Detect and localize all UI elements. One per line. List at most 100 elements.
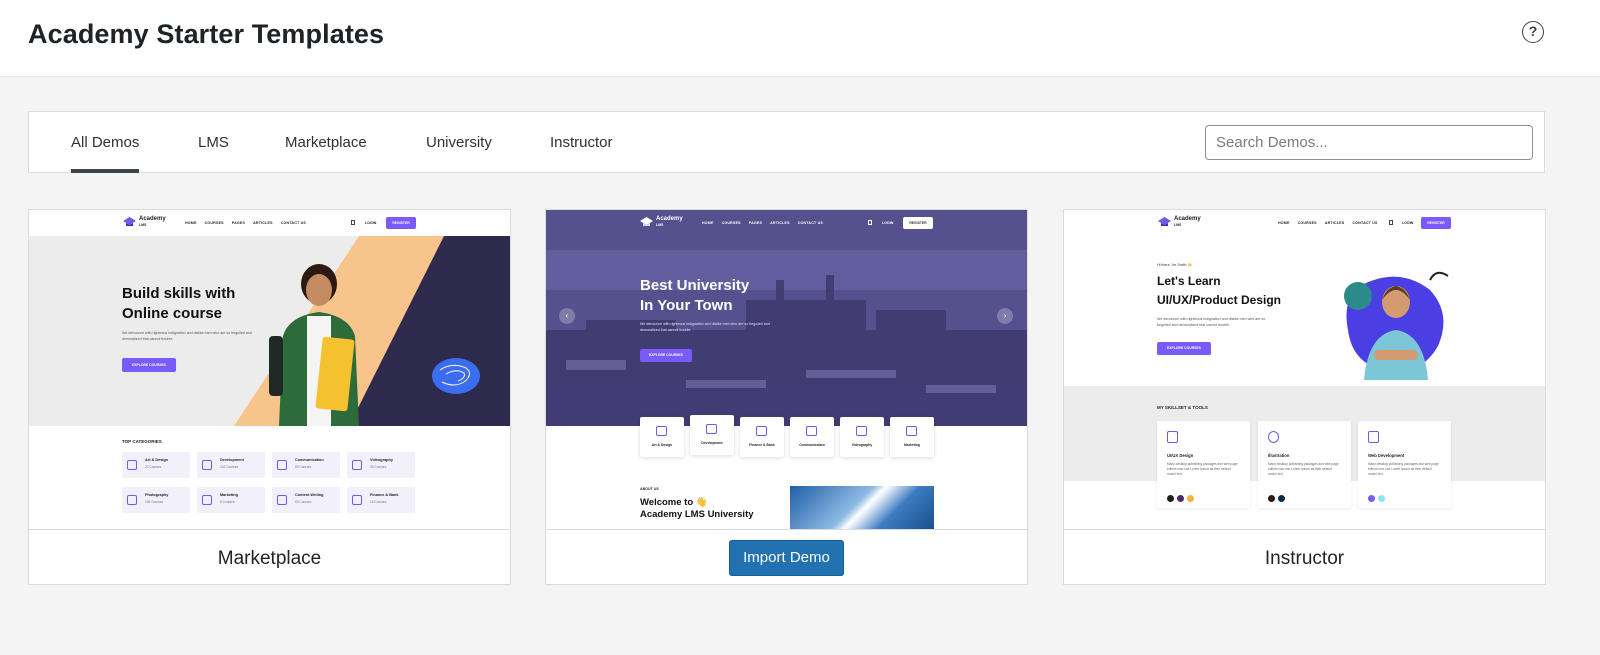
help-icon[interactable]: ? [1522,21,1544,43]
hero-title-line: Build skills with [122,285,236,302]
category-icon [806,426,817,436]
category-count: 60 Courses [295,500,312,504]
skill-title: Web Development [1368,453,1405,458]
logo-text: Academy [1174,216,1201,222]
skill-icon [1368,431,1379,443]
category-tile: Videography 36 Courses [347,452,415,478]
skill-title: Illustration [1268,453,1290,458]
category-tile: Marketing [890,417,934,457]
card-footer: Instructor [1064,529,1545,584]
preview-login: LOGIN [1402,221,1414,225]
logo-sub: LMS [1174,223,1182,227]
card-footer: Marketplace [29,529,510,584]
preview-register: REGISTER [386,217,416,229]
hero-title-line: Best University [640,277,750,294]
card-footer: Import Demo [546,529,1027,584]
tab-university[interactable]: University [426,112,492,173]
skill-desc: Many desktop publishing packages and web… [1268,462,1339,476]
category-title: Development [220,458,244,462]
demo-card-university[interactable]: Academy LMS HOME COURSES PAGES ARTICLES CONTA… [545,209,1028,585]
category-count: 36 Courses [370,465,387,469]
menu-item: ARTICLES [770,221,790,225]
menu-item: PAGES [748,221,763,225]
demo-card-instructor[interactable]: Academy LMS HOME COURSES ARTICLES CONTACT US… [1063,209,1546,585]
cart-icon [351,220,355,225]
import-demo-button[interactable]: Import Demo [729,540,844,576]
preview-login: LOGIN [365,221,377,225]
category-count: 8 Courses [220,500,235,504]
logo-icon [640,217,653,226]
category-title: Photography [145,493,169,497]
category-icon [706,424,717,434]
category-tile: Communication [790,417,834,457]
category-count: 20 Courses [145,465,162,469]
logo-sub: LMS [656,223,664,227]
preview-hero-title: Build skills with Online course [122,284,235,324]
demo-preview-image[interactable]: Academy LMS HOME COURSES ARTICLES CONTACT US… [1064,210,1545,529]
category-title: Communication [799,443,825,447]
category-icon [277,460,287,470]
menu-item: CONTACT US [1352,221,1378,225]
skill-card: Web Development Many desktop publishing … [1358,421,1451,508]
category-tile: Development [690,415,734,455]
logo-icon [123,217,136,226]
tool-icons [1268,489,1288,507]
skill-card: Illustration Many desktop publishing pac… [1258,421,1351,508]
menu-item: COURSES [721,221,741,225]
demo-card-marketplace[interactable]: Academy LMS HOME COURSES PAGES ARTICLES CONTA… [28,209,511,585]
menu-item: COURSES [204,221,224,225]
preview-categories-heading: TOP CATEGORIES [122,439,162,444]
category-icon [756,426,767,436]
skill-title: UI/UX Design [1167,453,1194,458]
preview-explore-button: EXPLORE COURSES [122,358,176,372]
preview-hero-sub: We denounce with righteous indignation a… [640,322,770,332]
skill-card: UI/UX Design Many desktop publishing pac… [1157,421,1250,508]
cart-icon [868,220,872,225]
category-tile: Art & Design 20 Courses [122,452,190,478]
category-title: Videography [370,458,393,462]
preview-logo-text: Academy LMS [1174,216,1201,228]
skill-desc: Many desktop publishing packages and web… [1167,462,1238,476]
menu-item: HOME [1278,221,1290,225]
preview-logo-text: Academy LMS [656,216,683,228]
demo-preview-image[interactable]: Academy LMS HOME COURSES PAGES ARTICLES CONTA… [546,210,1027,529]
search-input[interactable] [1205,125,1533,160]
top-header: Academy Starter Templates ? [0,0,1600,77]
about-building-image [790,486,934,529]
menu-item: CONTACT US [280,221,306,225]
menu-item: COURSES [1297,221,1317,225]
hero-shapes [234,236,510,426]
preview-nav: Academy LMS HOME COURSES PAGES ARTICLES CONTA… [29,210,510,236]
preview-menu: HOME COURSES ARTICLES CONTACT US [1278,221,1386,225]
instructor-portrait [1344,271,1449,380]
category-icon [656,426,667,436]
category-title: Finance & Bank [370,493,399,497]
category-tile: Videography [840,417,884,457]
logo-text: Academy [139,216,166,222]
preview-nav: Academy LMS HOME COURSES ARTICLES CONTACT US… [1064,210,1545,236]
category-icon [202,495,212,505]
menu-item: CONTACT US [797,221,823,225]
category-title: Content Writing [295,493,324,497]
demo-name: Instructor [1264,548,1345,569]
menu-item: ARTICLES [1324,221,1345,225]
tool-icons [1167,489,1197,507]
category-title: Videography [851,443,873,447]
cart-icon [1389,220,1393,225]
logo-icon [1158,217,1171,226]
tab-instructor[interactable]: Instructor [550,112,613,173]
logo-text: Academy [656,216,683,222]
demo-preview-image[interactable]: Academy LMS HOME COURSES PAGES ARTICLES CONTA… [29,210,510,529]
logo-sub: LMS [139,223,147,227]
menu-item: HOME [702,221,714,225]
category-title: Communication [295,458,324,462]
tab-marketplace[interactable]: Marketplace [285,112,367,173]
tab-all-demos[interactable]: All Demos [71,112,140,173]
category-title: Art & Design [145,458,168,462]
category-tile: Communication 60 Courses [272,452,340,478]
category-count: 16 Courses [370,500,387,504]
tab-lms[interactable]: LMS [198,112,229,173]
filter-bar: All Demos LMS Marketplace University Ins… [28,111,1545,173]
demo-name: Marketplace [217,548,322,569]
preview-menu: HOME COURSES PAGES ARTICLES CONTACT US [185,221,314,225]
